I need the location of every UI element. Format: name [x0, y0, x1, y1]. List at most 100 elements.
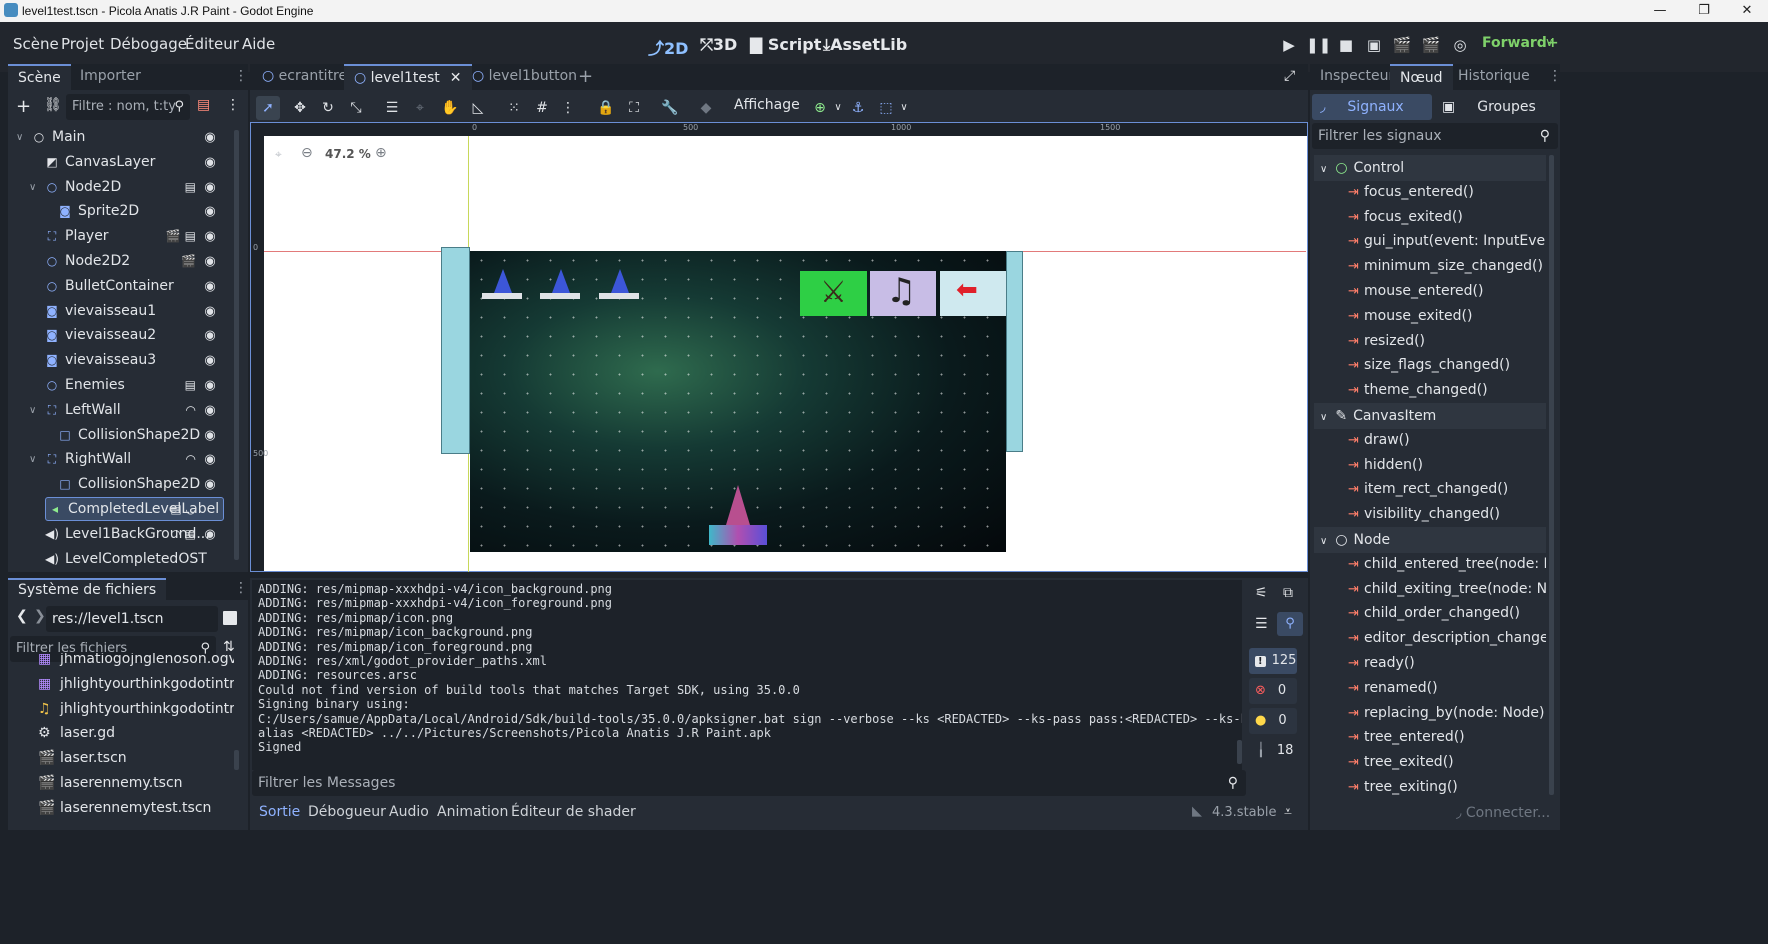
zoom-level[interactable]: 47.2 %: [325, 147, 371, 161]
groups-subtab[interactable]: ▣ Groupes: [1438, 94, 1554, 120]
signal-item[interactable]: ⇥ tree_exited(): [1314, 750, 1546, 775]
scene-tree-item[interactable]: ○ Node2D2 🎬 ◉: [8, 249, 236, 274]
menu-project[interactable]: Projet: [61, 35, 104, 53]
node-badges-icon[interactable]: ▤ ◡: [170, 497, 196, 522]
zoom-reset-icon[interactable]: ⌖: [275, 147, 282, 162]
music-button-image[interactable]: ♫: [870, 271, 936, 316]
signal-item[interactable]: ⇥ editor_description_changed(...: [1314, 626, 1546, 651]
pan-tool-icon[interactable]: ✋: [438, 96, 462, 120]
more-options-icon[interactable]: ⋮: [226, 97, 240, 113]
node-badges-icon[interactable]: ◠ ▤: [170, 522, 196, 547]
signal-item[interactable]: ⇥ replacing_by(node: Node): [1314, 701, 1546, 726]
errors-toggle[interactable]: ⊗ 0: [1249, 678, 1297, 704]
node-badges-icon[interactable]: 🎬: [181, 249, 196, 274]
grid-snap-icon[interactable]: #: [530, 96, 554, 120]
bone-icon[interactable]: 🔧: [658, 96, 682, 120]
signal-item[interactable]: ⇥ mouse_exited(): [1314, 304, 1546, 329]
menu-debug[interactable]: Débogage: [110, 35, 187, 53]
workspace-assetlib[interactable]: ⤓AssetLib: [823, 35, 907, 55]
tab-filesystem[interactable]: Système de fichiers: [8, 578, 167, 600]
visibility-eye-icon[interactable]: ◉: [202, 249, 218, 274]
signal-item[interactable]: ⇥ ready(): [1314, 651, 1546, 676]
life-ship-sprite[interactable]: [482, 269, 524, 307]
script-icon[interactable]: ▤: [197, 97, 210, 113]
tab-animation[interactable]: Animation: [437, 804, 508, 820]
scene-tree-item[interactable]: ◙ vievaisseau2 ◉: [8, 323, 236, 348]
node-badges-icon[interactable]: ▤: [185, 373, 196, 398]
signal-section-header[interactable]: ∨ ○ Control: [1314, 155, 1546, 181]
copy-output-icon[interactable]: ⧉: [1283, 585, 1293, 601]
signal-section-header[interactable]: ∨ ✎ CanvasItem: [1314, 403, 1546, 429]
view-menu[interactable]: Affichage: [734, 97, 800, 113]
file-list-item[interactable]: ♫ jhlightyourthinkgodotintro...: [14, 697, 234, 722]
scene-tree-item[interactable]: □ CollisionShape2D ◉: [8, 472, 236, 497]
list-select-icon[interactable]: ☰: [380, 96, 404, 120]
distraction-free-icon[interactable]: ⤢: [1284, 68, 1295, 84]
file-list-item[interactable]: ⚙ laser.gd: [14, 721, 234, 746]
signal-item[interactable]: ⇥ draw(): [1314, 428, 1546, 453]
signals-scrollbar[interactable]: [1549, 155, 1554, 795]
signal-item[interactable]: ⇥ mouse_entered(): [1314, 279, 1546, 304]
visibility-eye-icon[interactable]: ◉: [202, 423, 218, 448]
tree-expand-icon[interactable]: ∨: [29, 447, 36, 472]
visibility-eye-icon[interactable]: ◉: [202, 150, 218, 175]
tree-expand-icon[interactable]: ∨: [29, 175, 36, 200]
visibility-eye-icon[interactable]: ◉: [202, 398, 218, 423]
stop-icon[interactable]: ■: [1335, 36, 1357, 58]
visibility-eye-icon[interactable]: ◉: [202, 274, 218, 299]
play-scene-icon[interactable]: 🎬: [1391, 36, 1413, 58]
tree-expand-icon[interactable]: ∨: [16, 125, 23, 150]
scene-tree-item[interactable]: ○ BulletContainer ◉: [8, 274, 236, 299]
editor-messages-toggle[interactable]: ╽ 18: [1249, 738, 1297, 764]
scene-tree-item[interactable]: ◩ CanvasLayer ◉: [8, 150, 236, 175]
anchor-icon[interactable]: ⚓: [846, 96, 870, 120]
signal-item[interactable]: ⇥ renamed(): [1314, 676, 1546, 701]
node-badges-icon[interactable]: ◠: [186, 447, 196, 472]
scene-tree-item[interactable]: ◂ CompletedLevelLabel ▤ ◡: [8, 497, 236, 522]
play-custom-icon[interactable]: 🎬: [1420, 36, 1442, 58]
visibility-eye-icon[interactable]: ◉: [202, 472, 218, 497]
visibility-eye-icon[interactable]: ◉: [202, 299, 218, 324]
dock-menu-icon[interactable]: ⋮: [234, 580, 248, 596]
scene-tree-item[interactable]: ◙ vievaisseau1 ◉: [8, 299, 236, 324]
zoom-in-icon[interactable]: ⊕: [375, 145, 387, 161]
move-tool-icon[interactable]: ✥: [288, 96, 312, 120]
life-ship-sprite[interactable]: [599, 269, 641, 307]
scene-tree-item[interactable]: □ CollisionShape2D ◉: [8, 423, 236, 448]
tab-node[interactable]: Nœud: [1390, 64, 1453, 90]
tab-level1button[interactable]: ○ level1button: [462, 64, 587, 90]
select-tool-icon[interactable]: ➚: [256, 96, 280, 120]
scale-tool-icon[interactable]: ⤡: [344, 96, 368, 120]
workspace-script[interactable]: ▇ Script: [750, 35, 821, 54]
signal-item[interactable]: ⇥ theme_changed(): [1314, 378, 1546, 403]
tab-audio[interactable]: Audio: [389, 804, 429, 820]
clear-output-icon[interactable]: ⚟: [1255, 585, 1268, 601]
signal-item[interactable]: ⇥ child_exiting_tree(node: Node): [1314, 577, 1546, 602]
left-wall-shape[interactable]: [441, 247, 470, 454]
file-list-item[interactable]: 🎬 laser.tscn: [14, 746, 234, 771]
pause-icon[interactable]: ❚❚: [1306, 36, 1331, 58]
signal-item[interactable]: ⇥ tree_entered(): [1314, 725, 1546, 750]
maximize-button[interactable]: ❐: [1684, 1, 1724, 21]
visibility-eye-icon[interactable]: ◉: [202, 348, 218, 373]
scene-tree-item[interactable]: ∨ ○ Node2D ▤ ◉: [8, 175, 236, 200]
workspace-3d[interactable]: ⤱3D: [700, 35, 737, 55]
scene-tree-item[interactable]: ◀) Level1BackGround... ◠ ▤ ◉: [8, 522, 236, 547]
signal-item[interactable]: ⇥ resized(): [1314, 329, 1546, 354]
life-ship-sprite[interactable]: [540, 269, 582, 307]
lock-icon[interactable]: 🔒: [594, 96, 618, 120]
visibility-eye-icon[interactable]: ◉: [202, 522, 218, 547]
tab-shader-editor[interactable]: Éditeur de shader: [511, 804, 636, 820]
output-scrollbar[interactable]: [1237, 740, 1242, 764]
visibility-eye-icon[interactable]: ◉: [202, 125, 218, 150]
node-badges-icon[interactable]: ▤: [185, 175, 196, 200]
tab-history[interactable]: Historique: [1448, 64, 1540, 90]
link-icon[interactable]: ⛓: [44, 97, 62, 113]
movie-maker-icon[interactable]: ◎: [1449, 36, 1471, 58]
warnings-toggle[interactable]: ● 0: [1249, 708, 1297, 734]
signal-item[interactable]: ⇥ tree_exiting(): [1314, 775, 1546, 797]
visibility-eye-icon[interactable]: ◉: [202, 323, 218, 348]
scene-tree-item[interactable]: ○ Enemies ▤ ◉: [8, 373, 236, 398]
file-list-item[interactable]: ▦ jhlightyourthinkgodotintro...: [14, 672, 234, 697]
add-node-icon[interactable]: +: [16, 96, 31, 117]
